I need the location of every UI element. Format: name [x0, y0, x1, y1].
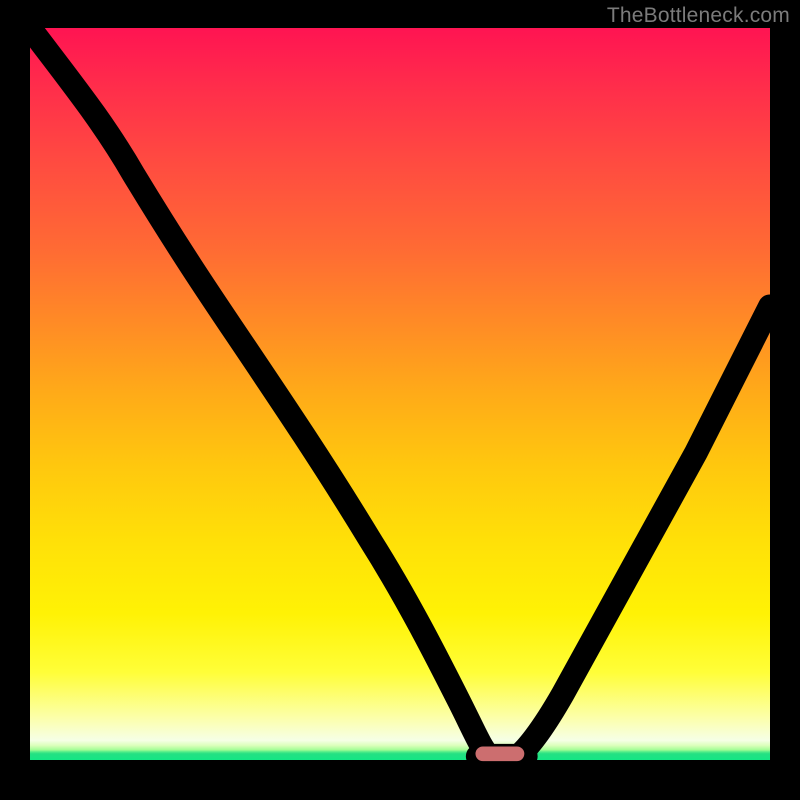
plot-area [30, 28, 770, 760]
curve-layer [30, 28, 770, 760]
watermark-text: TheBottleneck.com [607, 4, 790, 28]
optimal-point-pill [475, 746, 524, 761]
chart-root: TheBottleneck.com [0, 0, 800, 800]
bottleneck-curve [30, 28, 770, 756]
